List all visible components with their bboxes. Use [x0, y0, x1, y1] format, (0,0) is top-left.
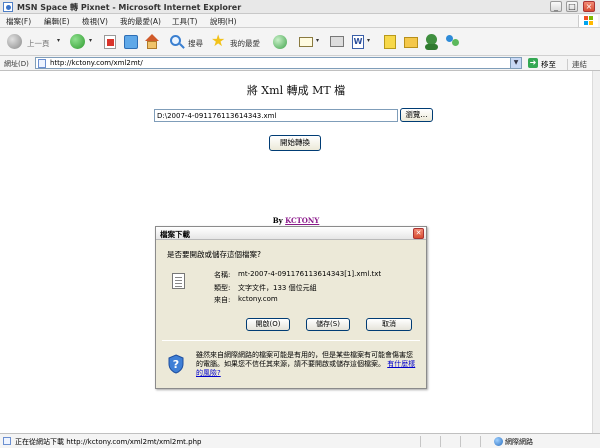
menu-file[interactable]: 檔案(F): [6, 16, 31, 27]
by-line: By KCTONY: [0, 216, 592, 225]
discuss-button[interactable]: [381, 31, 399, 53]
status-bar: 正在從網站下載 http://kctony.com/xml2mt/xml2mt.…: [0, 433, 600, 448]
address-url[interactable]: http://kctony.com/xml2mt/: [50, 59, 143, 67]
author-link[interactable]: KCTONY: [285, 216, 319, 225]
back-dropdown[interactable]: ▾: [57, 31, 65, 53]
address-label: 網址(D): [4, 60, 29, 68]
address-input[interactable]: http://kctony.com/xml2mt/ ▼: [35, 57, 522, 69]
favorites-button[interactable]: ★ 我的最愛: [210, 31, 266, 53]
favorites-star-icon: ★: [211, 31, 226, 50]
browse-button[interactable]: 瀏覽...: [400, 108, 433, 122]
forward-button[interactable]: [68, 31, 88, 53]
info-value: kctony.com: [238, 295, 278, 303]
msn-button[interactable]: [444, 31, 462, 53]
history-icon: [273, 35, 287, 49]
folder-icon: [404, 37, 418, 48]
note-icon: [384, 35, 396, 49]
forward-dropdown[interactable]: ▾: [89, 31, 97, 53]
refresh-icon: [124, 35, 138, 49]
back-icon: [7, 34, 22, 49]
text-file-icon: [172, 273, 185, 289]
edit-button[interactable]: W: [349, 31, 367, 53]
ie-app-icon: [3, 2, 13, 12]
standard-toolbar: 上一頁 ▾ ▾ 搜尋 ★ 我的最愛 ▾ W ▾: [0, 28, 600, 56]
cancel-button[interactable]: 取消: [366, 318, 412, 331]
menu-edit[interactable]: 編輯(E): [44, 16, 70, 27]
menu-help[interactable]: 說明(H): [210, 16, 237, 27]
info-key: 來自:: [214, 296, 231, 304]
page-title: 將 Xml 轉成 MT 檔: [246, 84, 346, 97]
info-value: 文字文件，133 個位元組: [238, 284, 317, 292]
by-prefix: By: [272, 216, 283, 225]
security-shield-icon: ?: [168, 354, 184, 374]
file-path-input[interactable]: D:\2007-4-091176113614343.xml: [154, 109, 398, 122]
info-value: mt-2007-4-091176113614343[1].xml.txt: [238, 270, 382, 278]
window-titlebar: MSN Space 轉 Pixnet - Microsoft Internet …: [0, 0, 600, 14]
dialog-title: 檔案下載: [160, 230, 190, 239]
folder-button[interactable]: [402, 31, 420, 53]
mail-icon: [299, 37, 313, 47]
go-button[interactable]: 移至: [541, 59, 556, 70]
history-button[interactable]: [271, 31, 289, 53]
print-icon: [330, 36, 344, 47]
svg-text:?: ?: [173, 358, 179, 371]
dialog-separator: [162, 340, 420, 341]
stop-button[interactable]: [101, 31, 119, 53]
menu-bar: 檔案(F) 編輯(E) 檢視(V) 我的最愛(A) 工具(T) 說明(H): [0, 14, 600, 28]
save-button[interactable]: 儲存(S): [306, 318, 350, 331]
page-loading-icon: [3, 437, 11, 445]
info-key: 類型:: [214, 284, 231, 292]
maximize-button[interactable]: □: [566, 1, 578, 12]
messenger-button[interactable]: [423, 31, 441, 53]
open-button[interactable]: 開啟(O): [246, 318, 290, 331]
minimize-button[interactable]: _: [550, 1, 562, 12]
dialog-titlebar: 檔案下載 ✕: [156, 227, 426, 240]
search-button[interactable]: 搜尋: [168, 31, 208, 53]
menu-view[interactable]: 檢視(V): [82, 16, 108, 27]
edit-dropdown[interactable]: ▾: [367, 31, 375, 53]
edit-icon: W: [352, 35, 364, 49]
convert-button[interactable]: 開始轉換: [269, 135, 321, 151]
mail-button[interactable]: [297, 31, 315, 53]
links-button[interactable]: 連結: [567, 59, 587, 70]
address-dropdown-button[interactable]: ▼: [510, 58, 521, 68]
print-button[interactable]: [328, 31, 346, 53]
home-button[interactable]: [143, 31, 161, 53]
window-title: MSN Space 轉 Pixnet - Microsoft Internet …: [17, 3, 242, 12]
dialog-close-button[interactable]: ✕: [413, 228, 424, 239]
forward-icon: [70, 34, 85, 49]
menu-favorites[interactable]: 我的最愛(A): [120, 16, 161, 27]
mail-dropdown[interactable]: ▾: [316, 31, 324, 53]
close-window-button[interactable]: ×: [583, 1, 595, 12]
file-download-dialog: 檔案下載 ✕ 是否要開啟或儲存這個檔案? 名稱: mt-2007-4-09117…: [155, 226, 427, 389]
menu-tools[interactable]: 工具(T): [172, 16, 197, 27]
internet-zone-icon: [494, 437, 503, 446]
go-arrow-icon[interactable]: ➜: [528, 58, 538, 68]
page-icon: [38, 59, 46, 68]
security-zone-label: 網際網路: [505, 438, 533, 446]
address-bar: 網址(D) http://kctony.com/xml2mt/ ▼ ➜ 移至 連…: [0, 56, 600, 71]
status-text: 正在從網站下載 http://kctony.com/xml2mt/xml2mt.…: [15, 438, 202, 446]
refresh-button[interactable]: [122, 31, 140, 53]
vertical-scrollbar[interactable]: [592, 71, 600, 433]
warning-text: 雖然來自網際網路的檔案可能是有用的，但是某些檔案有可能會傷害您的電腦。如果您不信…: [196, 351, 413, 368]
info-key: 名稱:: [214, 271, 231, 279]
security-warning: 雖然來自網際網路的檔案可能是有用的，但是某些檔案有可能會傷害您的電腦。如果您不信…: [196, 351, 416, 378]
dialog-question: 是否要開啟或儲存這個檔案?: [167, 250, 261, 259]
back-button[interactable]: 上一頁: [5, 31, 55, 53]
stop-icon: [104, 35, 116, 49]
home-icon: [145, 34, 159, 41]
windows-logo-icon: [578, 15, 598, 27]
